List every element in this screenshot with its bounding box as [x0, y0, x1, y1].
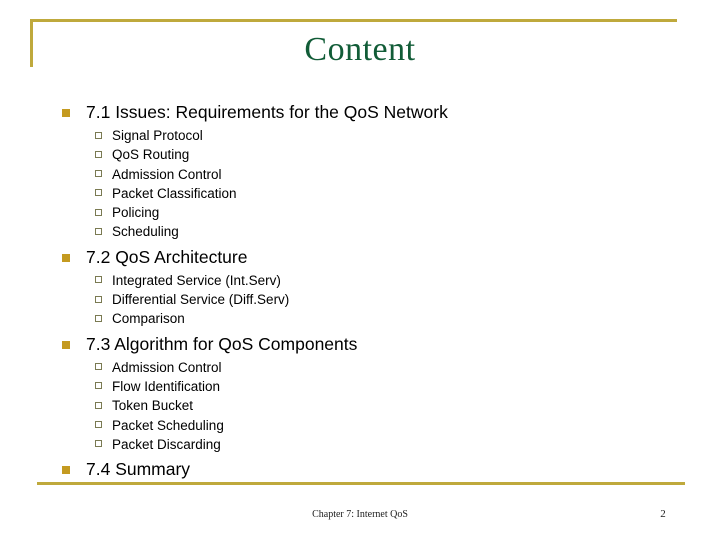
square-bullet-icon — [62, 466, 70, 475]
outline-subitem-label: Signal Protocol — [112, 128, 203, 143]
outline-subitem-label: Comparison — [112, 311, 185, 327]
outline-heading-label: 7.1 Issues: Requirements for the QoS Net… — [86, 102, 448, 122]
square-bullet-icon — [62, 253, 70, 262]
hollow-square-bullet-icon — [95, 440, 102, 448]
hollow-square-bullet-icon — [95, 382, 102, 390]
outline-heading-label: 7.3 Algorithm for QoS Components — [86, 333, 358, 354]
hollow-square-bullet-icon — [95, 170, 102, 178]
outline-subitem-label: Admission Control — [112, 359, 222, 375]
page-title: Content — [304, 31, 416, 68]
outline-body: 7.1 Issues: Requirements for the QoS Net… — [56, 100, 676, 483]
hollow-square-bullet-icon — [95, 227, 102, 235]
outline-subitem-label: Packet Discarding — [112, 436, 221, 452]
hollow-square-bullet-icon — [95, 189, 102, 197]
outline-subitem: Flow Identification — [56, 377, 676, 396]
square-bullet-icon — [62, 109, 70, 117]
outline-subitem: Token Bucket — [56, 396, 676, 415]
outline-subitem-label: Packet Classification — [112, 185, 237, 201]
hollow-square-bullet-icon — [95, 276, 102, 284]
outline-subitem: Admission Control — [56, 358, 676, 377]
hollow-square-bullet-icon — [95, 401, 102, 409]
outline-subitem-label: QoS Routing — [112, 147, 190, 163]
decorative-bottom-rule — [37, 482, 685, 485]
outline-subitem: QoS Routing — [56, 145, 676, 164]
decorative-top-rule — [30, 19, 677, 22]
hollow-square-bullet-icon — [95, 208, 102, 216]
hollow-square-bullet-icon — [95, 421, 102, 429]
outline-heading-3: 7.3 Algorithm for QoS Components — [56, 332, 676, 357]
hollow-square-bullet-icon — [95, 295, 102, 303]
slide-canvas: Content 7.1 Issues: Requirements for the… — [0, 0, 720, 540]
footer-page-number: 2 — [660, 508, 666, 520]
outline-heading-4: 7.4 Summary — [56, 457, 676, 482]
outline-subitem: Integrated Service (Int.Serv) — [56, 271, 676, 290]
outline-subitem: Packet Classification — [56, 184, 676, 203]
hollow-square-bullet-icon — [95, 150, 102, 158]
outline-subitem-label: Differential Service (Diff.Serv) — [112, 292, 290, 308]
outline-subitem-label: Policing — [112, 205, 160, 221]
outline-sublist-2: Integrated Service (Int.Serv) Differenti… — [56, 271, 676, 329]
outline-subitem: Differential Service (Diff.Serv) — [56, 290, 676, 309]
outline-subitem-label: Admission Control — [112, 166, 222, 182]
outline-heading-1: 7.1 Issues: Requirements for the QoS Net… — [56, 100, 676, 125]
outline-subitem-label: Flow Identification — [112, 378, 221, 394]
outline-sublist-1: Signal Protocol QoS Routing Admission Co… — [56, 126, 676, 242]
outline-subitem: Signal Protocol — [56, 126, 676, 145]
outline-heading-label: 7.4 Summary — [86, 459, 191, 480]
outline-heading-label: 7.2 QoS Architecture — [86, 246, 248, 267]
outline-subitem: Scheduling — [56, 222, 676, 241]
outline-subitem-label: Token Bucket — [112, 398, 194, 414]
hollow-square-bullet-icon — [95, 363, 102, 371]
outline-subitem: Comparison — [56, 309, 676, 328]
footer-chapter-label: Chapter 7: Internet QoS — [312, 509, 408, 520]
outline-subitem: Admission Control — [56, 165, 676, 184]
outline-subitem-label: Scheduling — [112, 224, 179, 240]
square-bullet-icon — [62, 340, 70, 349]
hollow-square-bullet-icon — [95, 314, 102, 322]
outline-subitem-label: Integrated Service (Int.Serv) — [112, 272, 281, 288]
outline-heading-2: 7.2 QoS Architecture — [56, 245, 676, 270]
outline-sublist-3: Admission Control Flow Identification To… — [56, 358, 676, 454]
outline-subitem: Policing — [56, 203, 676, 222]
hollow-square-bullet-icon — [95, 131, 102, 139]
outline-subitem: Packet Scheduling — [56, 416, 676, 435]
outline-subitem: Packet Discarding — [56, 435, 676, 454]
outline-subitem-label: Packet Scheduling — [112, 417, 224, 433]
